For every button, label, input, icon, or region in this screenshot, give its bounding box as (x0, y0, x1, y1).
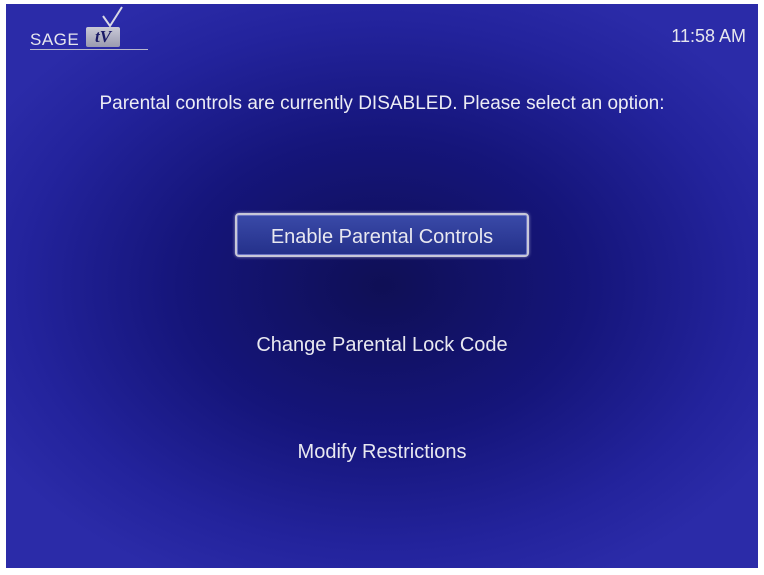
logo-underline (30, 49, 148, 50)
modify-restrictions-button[interactable]: Modify Restrictions (298, 441, 467, 464)
status-message: Parental controls are currently DISABLED… (99, 93, 665, 114)
sage-tv-logo: SAGE tV (30, 6, 160, 54)
parental-controls-screen: SAGE tV 11:58 AM Parental controls are c… (6, 4, 758, 568)
logo-tv-badge: tV (86, 27, 120, 47)
enable-parental-controls-button[interactable]: Enable Parental Controls (235, 213, 529, 257)
logo-text: SAGE (30, 30, 80, 49)
change-lock-code-button[interactable]: Change Parental Lock Code (256, 334, 507, 357)
antenna-icon (102, 6, 123, 28)
clock: 11:58 AM (671, 26, 746, 46)
